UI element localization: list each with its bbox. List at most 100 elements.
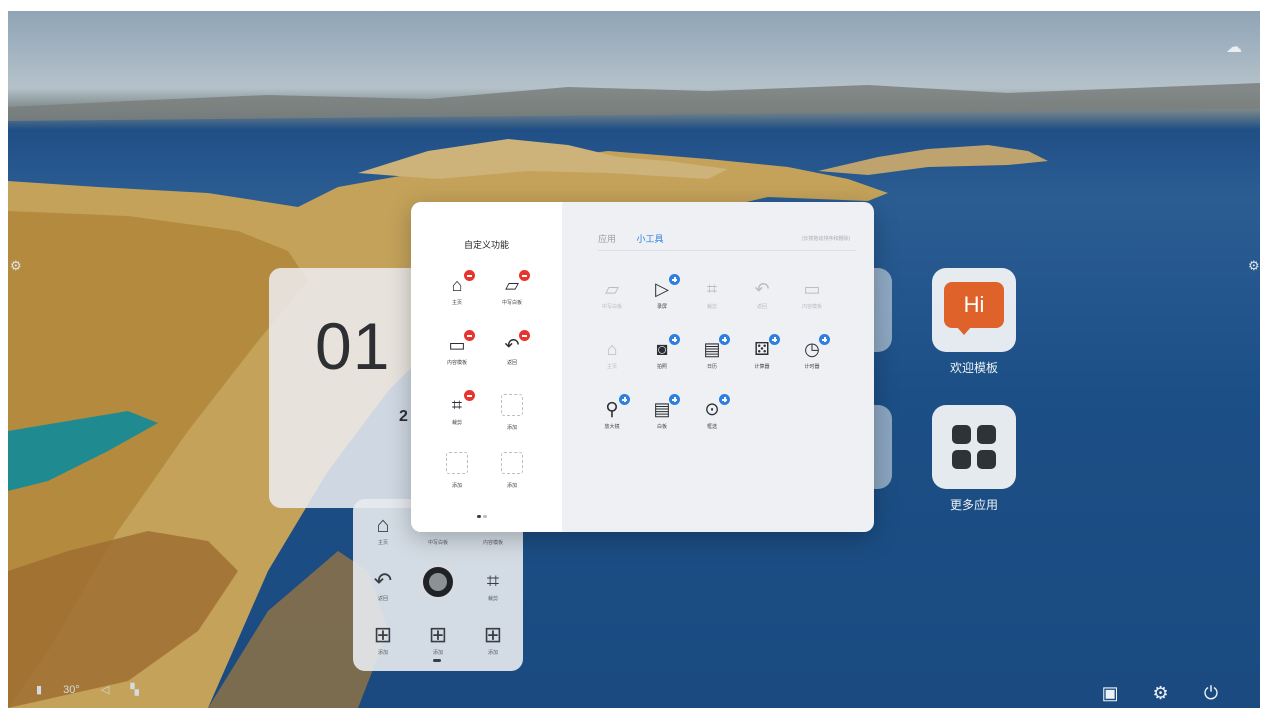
current-item-annotate[interactable]: ▱ 中写白板 [492, 270, 532, 306]
top-corner-icon[interactable]: ☁ [1222, 37, 1246, 56]
select-icon: ⊙ [701, 394, 730, 420]
tool-item-annotate: ▱ 中写白板 [601, 279, 622, 310]
speech-bubble-tail [956, 326, 972, 335]
home-icon: ⌂ [446, 270, 475, 296]
magnifier-icon: ⚲ [601, 394, 630, 420]
empty-slot-icon [501, 452, 523, 474]
back-icon: ↶ [501, 330, 530, 356]
annotate-icon: ▱ [501, 270, 530, 296]
toolbar-page-indicator [433, 659, 441, 662]
crop-icon: ⌗ [706, 279, 718, 299]
add-icon: ⊞ [483, 622, 503, 647]
tool-item-camera[interactable]: ◙ 拍照 [642, 334, 682, 370]
category-tabs: 应用 小工具 [598, 232, 682, 245]
right-edge-handle-icon[interactable]: ⚙ [1248, 259, 1260, 273]
remove-badge-icon[interactable] [464, 330, 475, 341]
add-badge-icon[interactable] [669, 394, 680, 405]
tool-item-calendar[interactable]: ▤ 日历 [692, 334, 732, 370]
home-icon: ⌂ [606, 339, 618, 359]
add-badge-icon[interactable] [619, 394, 630, 405]
gallery-icon[interactable]: ▣ [1099, 682, 1121, 704]
power-icon[interactable]: ⏻ [1200, 682, 1222, 704]
current-item-back[interactable]: ↶ 返回 [492, 330, 532, 366]
remove-badge-icon[interactable] [464, 390, 475, 401]
current-item-crop[interactable]: ⌗ 裁剪 [437, 390, 477, 426]
screen-icon: ▭ [446, 330, 475, 356]
add-icon: ⊞ [373, 622, 393, 647]
sort-hint: (长按拖动排序和删除) [801, 236, 850, 242]
customize-function-dialog: 自定义功能 ⌂ 主页 ▱ 中写白板 ▭ 内容模板 ↶ 返回 ⌗ 裁剪 添加 添加… [411, 202, 874, 532]
remove-badge-icon[interactable] [464, 270, 475, 281]
tool-item-select[interactable]: ⊙ 框选 [692, 394, 732, 430]
toolbar-home[interactable]: ⌂ 主页 [365, 512, 401, 547]
toolbar-add-2[interactable]: ⊞ 添加 [420, 622, 456, 657]
add-icon: ⊞ [428, 622, 448, 647]
add-badge-icon[interactable] [669, 274, 680, 285]
tool-item-whiteboard[interactable]: ▤ 白板 [642, 394, 682, 430]
desktop: ☁ ⚙ ⚙ 01 2 Hi 欢迎模板 更多应用 ⌂ 主页 中写白板 内容模板 ↶… [8, 11, 1260, 708]
add-badge-icon[interactable] [719, 394, 730, 405]
clock-icon: ◷ [801, 334, 830, 360]
page-indicator [477, 515, 487, 518]
app-label-more-apps: 更多应用 [949, 498, 998, 512]
hi-speech-bubble-icon: Hi [944, 282, 1004, 328]
remove-badge-icon[interactable] [519, 270, 530, 281]
tool-item-magnifier[interactable]: ⚲ 放大镜 [592, 394, 632, 430]
tool-item-timer[interactable]: ◷ 计时器 [792, 334, 832, 370]
camera-icon: ◙ [651, 334, 680, 360]
empty-slot-icon [501, 394, 523, 416]
tool-item-crop: ⌗ 裁剪 [692, 278, 732, 310]
current-item-empty-3[interactable]: 添加 [492, 452, 532, 489]
wifi-icon: ▮ [36, 684, 43, 696]
status-bar: ▮ 30° ◁ ▚ [36, 683, 157, 696]
app-grid-icon [952, 425, 996, 469]
clock-date: 2 [399, 408, 408, 425]
toolbar-add-1[interactable]: ⊞ 添加 [365, 622, 401, 657]
current-item-screen[interactable]: ▭ 内容模板 [437, 330, 477, 366]
tab-widgets[interactable]: 小工具 [637, 232, 664, 245]
tool-item-back: ↶ 返回 [742, 278, 782, 310]
current-item-empty-1[interactable]: 添加 [492, 394, 532, 431]
back-icon: ↶ [373, 568, 393, 593]
toolbar-center-button[interactable] [420, 564, 456, 600]
add-badge-icon[interactable] [769, 334, 780, 345]
toolbar-crop[interactable]: ⌗ 裁剪 [475, 568, 511, 603]
system-buttons: ▣ ⚙ ⏻ [1075, 682, 1222, 704]
empty-slot-icon [446, 452, 468, 474]
annotate-icon: ▱ [605, 279, 619, 299]
whiteboard-icon: ▤ [651, 394, 680, 420]
screen-icon: ▭ [803, 279, 821, 299]
calendar-icon: ▤ [701, 334, 730, 360]
app-label-welcome-template: 欢迎模板 [949, 361, 998, 375]
current-item-empty-2[interactable]: 添加 [437, 452, 477, 489]
tool-item-calculator[interactable]: ⚄ 计算器 [742, 334, 782, 370]
toolbar-add-3[interactable]: ⊞ 添加 [475, 622, 511, 657]
temperature: 30° [63, 684, 80, 696]
app-tile-more-apps[interactable] [932, 405, 1016, 489]
tool-item-home: ⌂ 主页 [592, 338, 632, 370]
panel-title: 自定义功能 [463, 240, 509, 250]
app-tile-welcome-template[interactable]: Hi [932, 268, 1016, 352]
add-badge-icon[interactable] [719, 334, 730, 345]
home-icon: ⌂ [376, 512, 390, 537]
toolbar-back[interactable]: ↶ 返回 [365, 568, 401, 603]
play-icon: ▷ [651, 274, 680, 300]
settings-icon[interactable]: ⚙ [1150, 682, 1172, 704]
clock-time: 01 [315, 309, 391, 383]
signal-icon: ▚ [130, 684, 139, 696]
volume-icon[interactable]: ◁ [101, 684, 109, 696]
crop-icon: ⌗ [446, 390, 475, 416]
tab-divider [598, 250, 856, 251]
available-functions-panel: 应用 小工具 (长按拖动排序和删除) ▱ 中写白板 ▷ 录屏 ⌗ 裁剪 ↶ 返回 [562, 202, 874, 532]
tool-item-record[interactable]: ▷ 录屏 [642, 274, 682, 310]
tab-apps[interactable]: 应用 [598, 232, 616, 245]
left-edge-handle-icon[interactable]: ⚙ [10, 259, 24, 273]
dice-icon: ⚄ [751, 334, 780, 360]
current-item-home[interactable]: ⌂ 主页 [437, 270, 477, 306]
remove-badge-icon[interactable] [519, 330, 530, 341]
add-badge-icon[interactable] [669, 334, 680, 345]
back-icon: ↶ [754, 279, 770, 299]
add-badge-icon[interactable] [819, 334, 830, 345]
crop-icon: ⌗ [486, 568, 500, 593]
current-functions-panel: 自定义功能 ⌂ 主页 ▱ 中写白板 ▭ 内容模板 ↶ 返回 ⌗ 裁剪 添加 添加… [411, 202, 562, 532]
